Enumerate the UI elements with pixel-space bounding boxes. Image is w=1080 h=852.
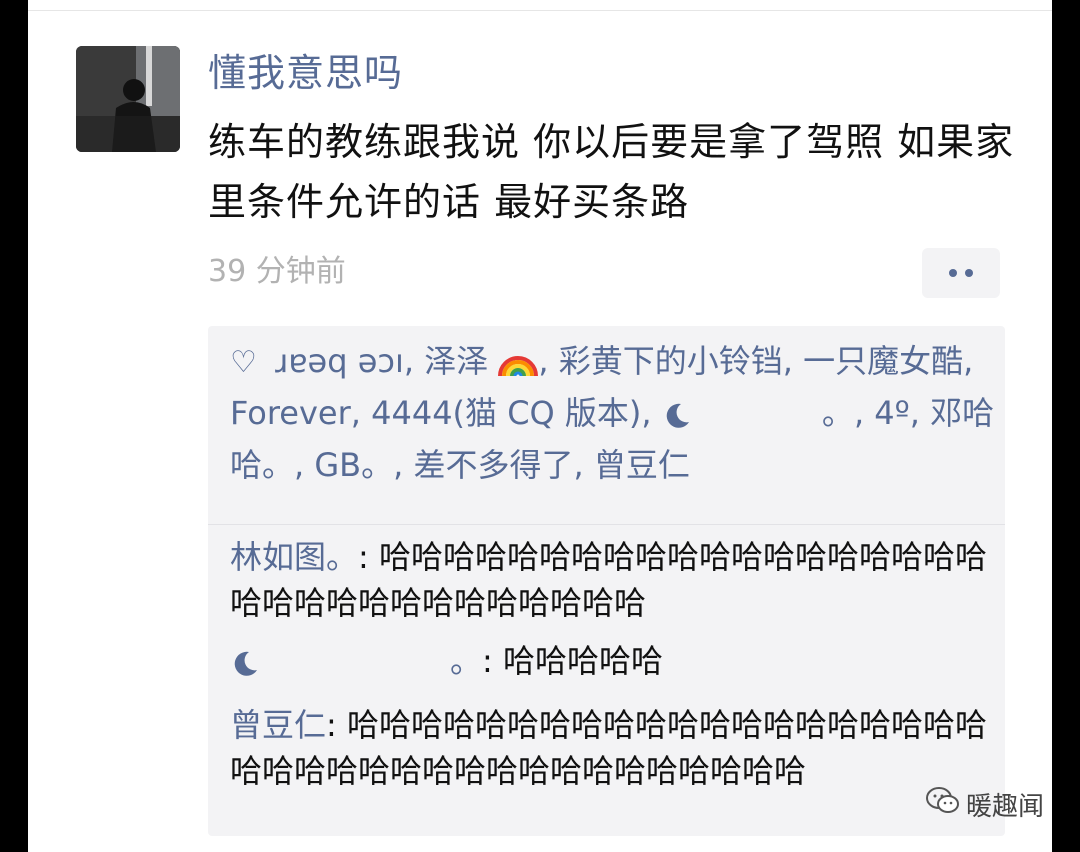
liker-name[interactable]: 泽泽 [424,342,488,380]
liker-name[interactable]: 彩黄下的小铃铛 [559,342,783,380]
post-timestamp: 39 分钟前 [208,254,346,289]
likes-list: ♡ ɹɐǝq ǝɔı, 泽泽 , 彩黄下的小铃铛, 一只魔女酷, Forever… [230,342,995,484]
comment-box: ♡ ɹɐǝq ǝɔı, 泽泽 , 彩黄下的小铃铛, 一只魔女酷, Forever… [208,326,1005,836]
comment-author[interactable]: 曾豆仁 [230,706,326,744]
crescent-moon-icon [230,644,260,690]
moments-screen: 懂我意思吗 练车的教练跟我说 你以后要是拿了驾照 如果家里条件允许的话 最好买条… [28,0,1052,852]
comment-item[interactable]: 。: 哈哈哈哈哈 [230,638,1000,690]
post-username[interactable]: 懂我意思吗 [208,48,403,98]
comment-item[interactable]: 曾豆仁: 哈哈哈哈哈哈哈哈哈哈哈哈哈哈哈哈哈哈哈哈哈哈哈哈哈哈哈哈哈哈哈哈哈哈哈… [230,702,1000,794]
liker-name[interactable]: 4444(猫 CQ 版本) [371,394,641,432]
liker-name[interactable]: 一只魔女酷 [803,342,963,380]
comment-text: 哈哈哈哈哈 [502,642,663,680]
watermark-text: 暖趣闻 [966,792,1045,822]
more-dot-icon [949,269,957,277]
liker-name[interactable]: 差不多得了 [413,446,573,484]
rainbow-icon [498,344,539,390]
comment-author[interactable]: 。 [450,642,482,680]
watermark: 暖趣闻 [926,786,1044,823]
more-dot-icon [965,269,973,277]
heart-outline-icon: ♡ [230,345,257,380]
liker-name[interactable]: GB。 [314,446,393,484]
comment-author[interactable]: 林如图。 [230,538,358,576]
divider [28,10,1052,11]
crescent-moon-icon [662,396,692,442]
more-options-button[interactable] [922,248,1000,298]
liker-name[interactable]: 。 [822,394,854,432]
liker-name[interactable]: 曾豆仁 [594,446,690,484]
avatar-photo [76,46,180,152]
comment-item[interactable]: 林如图。: 哈哈哈哈哈哈哈哈哈哈哈哈哈哈哈哈哈哈哈哈哈哈哈哈哈哈哈哈哈哈哈哈 [230,534,1000,626]
liker-name[interactable]: ɹɐǝq ǝɔı [275,342,404,380]
liker-name[interactable]: Forever [230,394,351,432]
wechat-icon [926,787,960,822]
liker-name[interactable]: 4º [874,394,909,432]
likes-divider [208,524,1005,525]
avatar[interactable] [76,46,180,152]
post-text: 练车的教练跟我说 你以后要是拿了驾照 如果家里条件允许的话 最好买条路 [208,120,1015,224]
